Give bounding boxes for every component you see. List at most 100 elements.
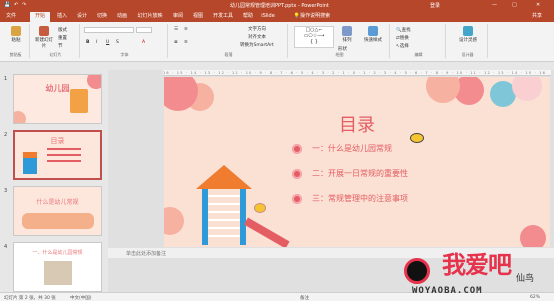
slide-thumbnail-panel[interactable]: 1 幼儿园 2 目录 3 什么是幼儿常规 4 一、什么是幼儿园常规 bbox=[0, 70, 108, 292]
slide-roof bbox=[196, 165, 252, 189]
font-group: B I U S A 字体 bbox=[82, 24, 168, 58]
slide-thumbnail[interactable]: 一、什么是幼儿园常规 bbox=[13, 242, 102, 292]
tab-review[interactable]: 审阅 bbox=[170, 12, 186, 22]
text-direction-button[interactable]: 文字方向 bbox=[248, 26, 266, 32]
tell-me-search[interactable]: 💡操作说明搜索 bbox=[282, 12, 342, 22]
zoom-level[interactable]: 62% bbox=[530, 295, 540, 300]
clipboard-group: 粘贴 剪贴板 bbox=[2, 24, 30, 58]
toc-item[interactable]: 三：常规管理中的注意事项 bbox=[292, 193, 408, 206]
tab-file[interactable]: 文件 bbox=[2, 12, 20, 22]
minimize-button[interactable]: — bbox=[492, 2, 497, 8]
slide-thumbnail[interactable]: 幼儿园 bbox=[13, 74, 102, 124]
tab-transitions[interactable]: 切换 bbox=[94, 12, 110, 22]
paragraph-group: 文字方向 对齐文本 转换为SmartArt ☰ ≡ ≣ ≡ 段落 bbox=[170, 24, 288, 58]
thumbnail-row[interactable]: 1 幼儿园 bbox=[4, 74, 104, 124]
designer-label: 设计器 bbox=[461, 52, 474, 57]
arrange-icon bbox=[342, 26, 352, 36]
thumb-title: 什么是幼儿常规 bbox=[36, 199, 79, 206]
quick-access-bar bbox=[0, 62, 554, 70]
paragraph-label: 段落 bbox=[224, 52, 233, 57]
slide-number: 4 bbox=[4, 244, 8, 250]
layout-button[interactable]: 版式 bbox=[58, 27, 67, 33]
slide-ramp bbox=[244, 217, 290, 247]
tab-insert[interactable]: 插入 bbox=[54, 12, 70, 22]
find-button[interactable]: 🔍查找 bbox=[396, 27, 411, 33]
title-bar: 💾 ↶ ↷ 幼儿园常规管理培训PPT.pptx - PowerPoint 登录 … bbox=[0, 0, 554, 11]
flower-decoration bbox=[520, 225, 546, 247]
share-button[interactable]: 共享 bbox=[524, 12, 550, 22]
designer-group: 设计灵感 设计器 bbox=[448, 24, 488, 58]
drawing-label: 绘图 bbox=[335, 52, 344, 57]
underline-button[interactable]: U bbox=[106, 40, 109, 45]
reset-button[interactable]: 重置 bbox=[58, 35, 67, 41]
watermark-logo: 我爱吧 bbox=[442, 251, 512, 279]
strikethrough-button[interactable]: S bbox=[116, 40, 119, 45]
flower-decoration bbox=[164, 207, 184, 235]
slide-number: 2 bbox=[4, 132, 8, 138]
tab-view[interactable]: 视图 bbox=[190, 12, 206, 22]
align-center-icon[interactable]: ≡ bbox=[184, 40, 188, 45]
thumbnail-row[interactable]: 2 目录 bbox=[4, 130, 104, 180]
flower-decoration bbox=[164, 77, 198, 111]
slide-title[interactable]: 目录 bbox=[164, 111, 550, 137]
clipboard-label: 剪贴板 bbox=[9, 52, 22, 57]
thumb-slide-image bbox=[70, 89, 88, 113]
slide-count: 幻灯片 第 2 张，共 30 张 bbox=[4, 296, 56, 301]
new-slide-icon bbox=[39, 26, 49, 36]
smartart-button[interactable]: 转换为SmartArt bbox=[240, 42, 274, 48]
slides-label: 幻灯片 bbox=[49, 52, 62, 57]
bullets-icon[interactable]: ☰ bbox=[174, 27, 178, 32]
redo-icon[interactable]: ↷ bbox=[22, 2, 26, 8]
notes-toggle[interactable]: 备注 bbox=[300, 295, 309, 301]
snail-icon bbox=[254, 203, 266, 213]
tab-slideshow[interactable]: 幻灯片放映 bbox=[134, 12, 166, 22]
new-slide-button[interactable]: 新建幻灯片 bbox=[34, 26, 54, 49]
paste-button[interactable]: 粘贴 bbox=[6, 26, 26, 43]
replace-button[interactable]: ⇄替换 bbox=[396, 35, 409, 41]
slide-canvas[interactable]: 目录 一：什么是幼儿园常规 二：开展一日常规的重要性 三：常规管理中的注意事项 bbox=[164, 77, 550, 247]
tab-animations[interactable]: 动画 bbox=[114, 12, 130, 22]
thumbnail-row[interactable]: 4 一、什么是幼儿园常规 bbox=[4, 242, 104, 292]
quick-styles-icon bbox=[368, 26, 378, 36]
maximize-button[interactable]: □ bbox=[512, 2, 517, 8]
align-text-button[interactable]: 对齐文本 bbox=[248, 34, 266, 40]
toc-item[interactable]: 二：开展一日常规的重要性 bbox=[292, 168, 408, 181]
close-button[interactable]: ✕ bbox=[536, 2, 540, 8]
editing-group: 🔍查找 ⇄替换 ↖选择 编辑 bbox=[392, 24, 446, 58]
ribbon-tabs: 文件 开始 插入 设计 切换 动画 幻灯片放映 审阅 视图 开发工具 帮助 iS… bbox=[0, 11, 554, 22]
arrange-button[interactable]: 排列 bbox=[338, 26, 356, 43]
font-size-select[interactable] bbox=[136, 27, 152, 33]
thumb-kids-illustration bbox=[22, 213, 94, 229]
slide-number: 3 bbox=[4, 188, 8, 194]
font-name-select[interactable] bbox=[84, 27, 134, 33]
design-ideas-button[interactable]: 设计灵感 bbox=[452, 26, 484, 43]
tab-help[interactable]: 帮助 bbox=[240, 12, 256, 22]
select-button[interactable]: ↖选择 bbox=[396, 43, 409, 49]
sign-in-link[interactable]: 登录 bbox=[430, 2, 440, 9]
language-indicator[interactable]: 中文(中国) bbox=[70, 295, 92, 301]
undo-icon[interactable]: ↶ bbox=[14, 2, 18, 8]
watermark-emblem-icon bbox=[404, 258, 430, 284]
tab-islide[interactable]: iSlide bbox=[258, 12, 278, 22]
toc-item[interactable]: 一：什么是幼儿园常规 bbox=[292, 143, 392, 156]
design-ideas-icon bbox=[463, 26, 473, 36]
bold-button[interactable]: B bbox=[86, 40, 89, 45]
section-button[interactable]: 节 bbox=[58, 43, 63, 49]
flower-bullet-icon bbox=[292, 193, 302, 204]
thumb-photo bbox=[44, 261, 72, 285]
thumbnail-row[interactable]: 3 什么是幼儿常规 bbox=[4, 186, 104, 236]
save-icon[interactable]: 💾 bbox=[4, 2, 10, 8]
font-color-button[interactable]: A bbox=[142, 40, 145, 45]
tab-design[interactable]: 设计 bbox=[74, 12, 90, 22]
slide-thumbnail-selected[interactable]: 目录 bbox=[13, 130, 102, 180]
numbering-icon[interactable]: ≡ bbox=[184, 27, 188, 32]
font-label: 字体 bbox=[120, 52, 129, 57]
shapes-button[interactable]: □○△⌐ ▭⬠☆⟶{ } bbox=[294, 26, 334, 48]
slide-thumbnail[interactable]: 什么是幼儿常规 bbox=[13, 186, 102, 236]
align-left-icon[interactable]: ≣ bbox=[174, 40, 178, 45]
quick-styles-button[interactable]: 快速样式 bbox=[360, 26, 386, 43]
italic-button[interactable]: I bbox=[96, 40, 97, 45]
tab-developer[interactable]: 开发工具 bbox=[210, 12, 236, 22]
tab-home[interactable]: 开始 bbox=[30, 12, 50, 22]
thumb-flower-decoration bbox=[14, 111, 26, 123]
